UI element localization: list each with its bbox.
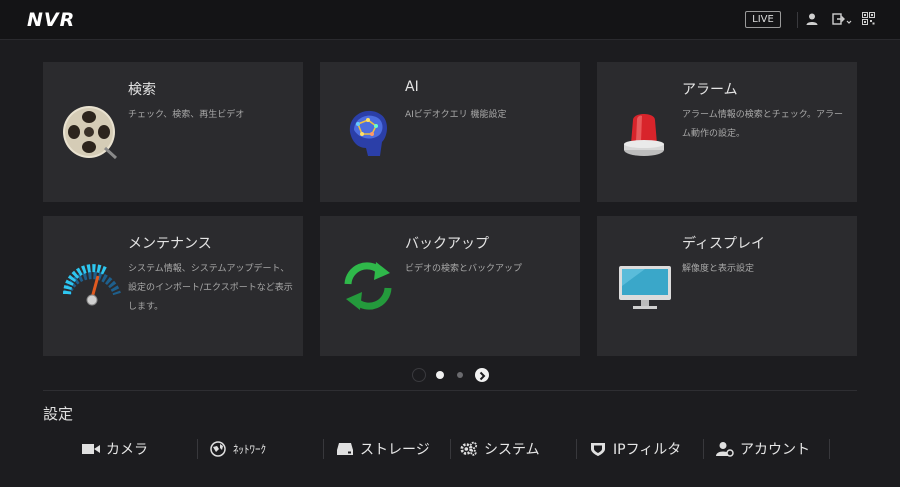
card-maintenance[interactable]: メンテナンス システム情報、システムアップデート、設定のインポート/エクスポート… (43, 216, 303, 356)
user-icon[interactable] (805, 12, 821, 28)
top-bar: NVR LIVE (0, 0, 900, 40)
setting-camera[interactable]: カメラ (82, 438, 148, 460)
setting-ip-filter[interactable]: IPフィルタ (589, 438, 681, 460)
setting-label: システム (484, 442, 540, 458)
section-divider (43, 390, 857, 391)
sync-arrows-icon (338, 256, 398, 316)
alarm-siren-icon (615, 102, 675, 162)
card-ai[interactable]: AI AIビデオクエリ 機能設定 (320, 62, 580, 202)
chevron-right-icon (479, 371, 486, 381)
gauge-icon (61, 256, 121, 316)
settings-separator (197, 439, 198, 459)
card-description: システム情報、システムアップデート、設定のインポート/エクスポートなど表示します… (128, 264, 293, 312)
pager-dot[interactable] (457, 372, 463, 378)
logout-icon[interactable] (832, 12, 854, 28)
hard-drive-icon (336, 440, 354, 458)
card-alarm[interactable]: アラーム アラーム情報の検索とチェック。アラーム動作の設定。 (597, 62, 857, 202)
ai-brain-icon (338, 102, 398, 162)
setting-label: カメラ (106, 442, 148, 458)
card-search[interactable]: 検索 チェック、検索、再生ビデオ (43, 62, 303, 202)
shield-icon (589, 440, 607, 458)
qr-code-icon[interactable] (862, 12, 878, 28)
user-settings-icon (716, 440, 734, 458)
setting-label: IPフィルタ (613, 442, 682, 458)
settings-separator (576, 439, 577, 459)
card-title: アラーム (682, 82, 738, 98)
setting-label: ストレージ (360, 442, 430, 458)
network-globe-icon (209, 440, 227, 458)
card-title: バックアップ (405, 236, 489, 252)
setting-network[interactable]: ﾈｯﾄﾜｰｸ (209, 438, 266, 460)
card-title: ディスプレイ (682, 236, 766, 252)
card-description: アラーム情報の検索とチェック。アラーム動作の設定。 (682, 110, 844, 139)
topbar-separator (797, 12, 798, 28)
pager-prev-button[interactable] (412, 368, 426, 382)
live-view-button[interactable]: LIVE (745, 11, 781, 28)
settings-section-title: 設定 (43, 405, 74, 423)
card-description: AIビデオクエリ 機能設定 (405, 110, 507, 120)
settings-separator (829, 439, 830, 459)
pager-dot-active[interactable] (436, 371, 444, 379)
card-description: ビデオの検索とバックアップ (405, 264, 523, 274)
nvr-logo: NVR (27, 9, 76, 31)
setting-account[interactable]: アカウント (716, 438, 810, 460)
monitor-icon (615, 256, 675, 316)
card-title: 検索 (128, 82, 156, 98)
setting-label: アカウント (740, 442, 810, 458)
settings-separator (703, 439, 704, 459)
setting-storage[interactable]: ストレージ (336, 438, 430, 460)
setting-label: ﾈｯﾄﾜｰｸ (233, 443, 266, 456)
camera-icon (82, 440, 100, 458)
pager-next-button[interactable] (475, 368, 489, 382)
card-description: 解像度と表示設定 (682, 264, 755, 274)
film-reel-search-icon (61, 102, 121, 162)
card-display[interactable]: ディスプレイ 解像度と表示設定 (597, 216, 857, 356)
card-description: チェック、検索、再生ビデオ (128, 110, 245, 120)
settings-separator (450, 439, 451, 459)
card-backup[interactable]: バックアップ ビデオの検索とバックアップ (320, 216, 580, 356)
setting-system[interactable]: システム (460, 438, 540, 460)
card-title: メンテナンス (128, 236, 212, 252)
gears-icon (460, 440, 478, 458)
settings-separator (323, 439, 324, 459)
card-title: AI (405, 79, 419, 95)
